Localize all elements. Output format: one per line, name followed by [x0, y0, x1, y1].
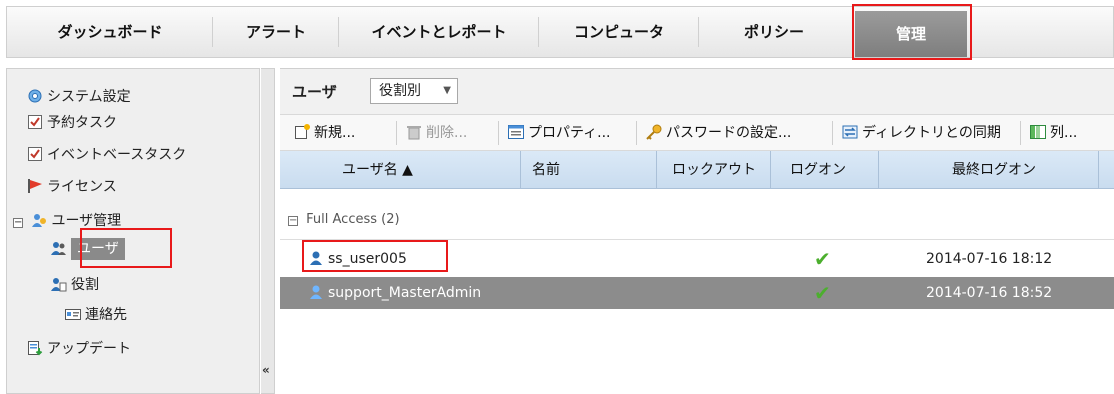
gear-icon [27, 88, 43, 104]
view-by-select[interactable]: 役割別 ▼ [370, 78, 458, 104]
tab-events-reports[interactable]: イベントとレポート [339, 7, 539, 57]
columns-button-label: 列... [1050, 125, 1078, 141]
column-divider [878, 151, 879, 189]
toolbar-divider [636, 121, 637, 145]
sidebar-collapse-button[interactable]: « [261, 68, 275, 394]
sidebar-item-label: ライセンス [47, 179, 117, 195]
sync-icon [842, 124, 858, 140]
scheduled-task-icon [27, 114, 43, 130]
sidebar-item-contacts[interactable]: 連絡先 [65, 303, 127, 327]
sync-directory-button-label: ディレクトリとの同期 [862, 125, 1001, 141]
collapse-chevron-icon: « [262, 363, 270, 377]
tab-policies[interactable]: ポリシー [699, 7, 849, 57]
column-divider [770, 151, 771, 189]
columns-icon [1030, 124, 1046, 140]
table-header: ユーザ名 ▲ 名前 ロックアウト ログオン 最終ログオン [280, 151, 1114, 189]
sidebar-item-event-tasks[interactable]: イベントベースタスク [27, 143, 186, 167]
update-icon [27, 340, 43, 356]
group-row-full-access[interactable]: − Full Access (2) [280, 209, 1114, 231]
group-collapse-toggle[interactable]: − [288, 216, 298, 226]
column-divider [656, 151, 657, 189]
toolbar-divider [498, 121, 499, 145]
last-logon-cell: 2014-07-16 18:12 [926, 251, 1053, 267]
new-button-label: 新規... [314, 125, 356, 141]
tab-computers-label: コンピュータ [573, 23, 664, 41]
toolbar-divider [1020, 121, 1021, 145]
sidebar-item-roles[interactable]: 役割 [51, 273, 99, 297]
chevron-down-icon: ▼ [443, 85, 451, 96]
delete-button-label: 削除... [426, 125, 468, 141]
trash-icon [406, 124, 422, 140]
new-document-icon [294, 124, 310, 140]
main-panel: ユーザ 役割別 ▼ 新規... 削除... プロパティ... パスワードの設定.… [280, 68, 1114, 394]
column-divider [520, 151, 521, 189]
tab-dashboard[interactable]: ダッシュボード [7, 7, 213, 57]
key-icon [646, 124, 662, 140]
sidebar-item-label: アップデート [47, 341, 131, 357]
user-icon [308, 284, 324, 300]
column-header-name[interactable]: 名前 [532, 151, 560, 189]
delete-button[interactable]: 削除... [406, 121, 467, 145]
sidebar-item-license[interactable]: ライセンス [27, 175, 117, 199]
tab-alerts-label: アラート [245, 23, 306, 41]
column-header-username[interactable]: ユーザ名 ▲ [342, 151, 413, 189]
sidebar-item-updates[interactable]: アップデート [27, 337, 131, 361]
tab-computers[interactable]: コンピュータ [539, 7, 699, 57]
sync-directory-button[interactable]: ディレクトリとの同期 [842, 121, 1001, 145]
logon-check-icon: ✔ [814, 247, 831, 271]
properties-icon [508, 124, 524, 140]
license-flag-icon [27, 178, 43, 194]
column-header-last-logon[interactable]: 最終ログオン [952, 151, 1036, 189]
toolbar-divider [832, 121, 833, 145]
properties-button-label: プロパティ... [528, 125, 611, 141]
sidebar-item-label: ユーザ管理 [51, 213, 122, 229]
column-divider [1098, 151, 1099, 189]
tab-policies-label: ポリシー [743, 23, 804, 41]
tab-events-reports-label: イベントとレポート [371, 23, 507, 41]
page-title: ユーザ [292, 83, 337, 101]
sidebar-item-label: 連絡先 [85, 307, 127, 323]
set-password-button-label: パスワードの設定... [666, 125, 792, 141]
columns-button[interactable]: 列... [1030, 121, 1077, 145]
last-logon-cell: 2014-07-16 18:52 [926, 285, 1053, 301]
username-text: support_MasterAdmin [328, 285, 482, 301]
users-icon [51, 240, 67, 256]
user-keys-icon [31, 212, 47, 228]
main-header: ユーザ 役割別 ▼ [280, 69, 1114, 115]
group-label: Full Access (2) [306, 212, 400, 227]
sidebar-item-label: システム設定 [47, 89, 131, 105]
toolbar: 新規... 削除... プロパティ... パスワードの設定... ディレクトリと… [280, 115, 1114, 151]
highlight-user-row [302, 240, 448, 272]
toolbar-divider [396, 121, 397, 145]
new-button[interactable]: 新規... [294, 121, 355, 145]
contact-card-icon [65, 306, 81, 322]
set-password-button[interactable]: パスワードの設定... [646, 121, 791, 145]
column-header-lockout[interactable]: ロックアウト [672, 151, 756, 189]
sidebar-item-label: イベントベースタスク [47, 147, 187, 163]
role-icon [51, 276, 67, 292]
username-cell: support_MasterAdmin [308, 277, 481, 309]
sidebar-item-scheduled-tasks[interactable]: 予約タスク [27, 111, 117, 135]
highlight-users-item [80, 228, 172, 268]
column-header-logon[interactable]: ログオン [790, 151, 846, 189]
table-row[interactable]: support_MasterAdmin ✔ 2014-07-16 18:52 [280, 277, 1114, 309]
sidebar-item-label: 役割 [71, 277, 99, 293]
sidebar-item-system-settings[interactable]: システム設定 [27, 85, 131, 109]
tab-alerts[interactable]: アラート [213, 7, 339, 57]
view-by-select-value: 役割別 [379, 83, 421, 99]
tree-collapse-toggle[interactable]: − [13, 218, 23, 228]
properties-button[interactable]: プロパティ... [508, 121, 611, 145]
highlight-admin-tab [852, 4, 972, 60]
sidebar-item-label: 予約タスク [47, 115, 117, 131]
logon-check-icon: ✔ [814, 281, 831, 305]
tab-dashboard-label: ダッシュボード [57, 23, 163, 41]
event-task-icon [27, 146, 43, 162]
